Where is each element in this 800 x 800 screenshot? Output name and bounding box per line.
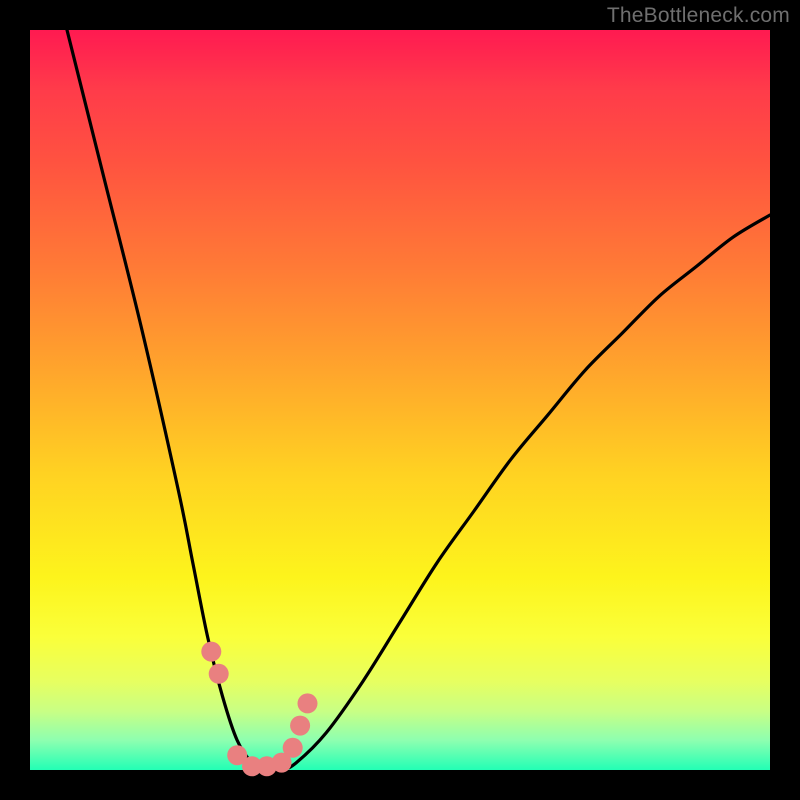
marker-point bbox=[201, 642, 221, 662]
marker-point bbox=[298, 693, 318, 713]
watermark-text: TheBottleneck.com bbox=[607, 4, 790, 28]
marker-point bbox=[283, 738, 303, 758]
bottleneck-curve bbox=[30, 30, 770, 770]
highlight-markers bbox=[201, 642, 317, 777]
plot-area bbox=[30, 30, 770, 770]
curve-path bbox=[67, 30, 770, 771]
marker-point bbox=[290, 716, 310, 736]
marker-point bbox=[209, 664, 229, 684]
chart-frame: TheBottleneck.com bbox=[0, 0, 800, 800]
